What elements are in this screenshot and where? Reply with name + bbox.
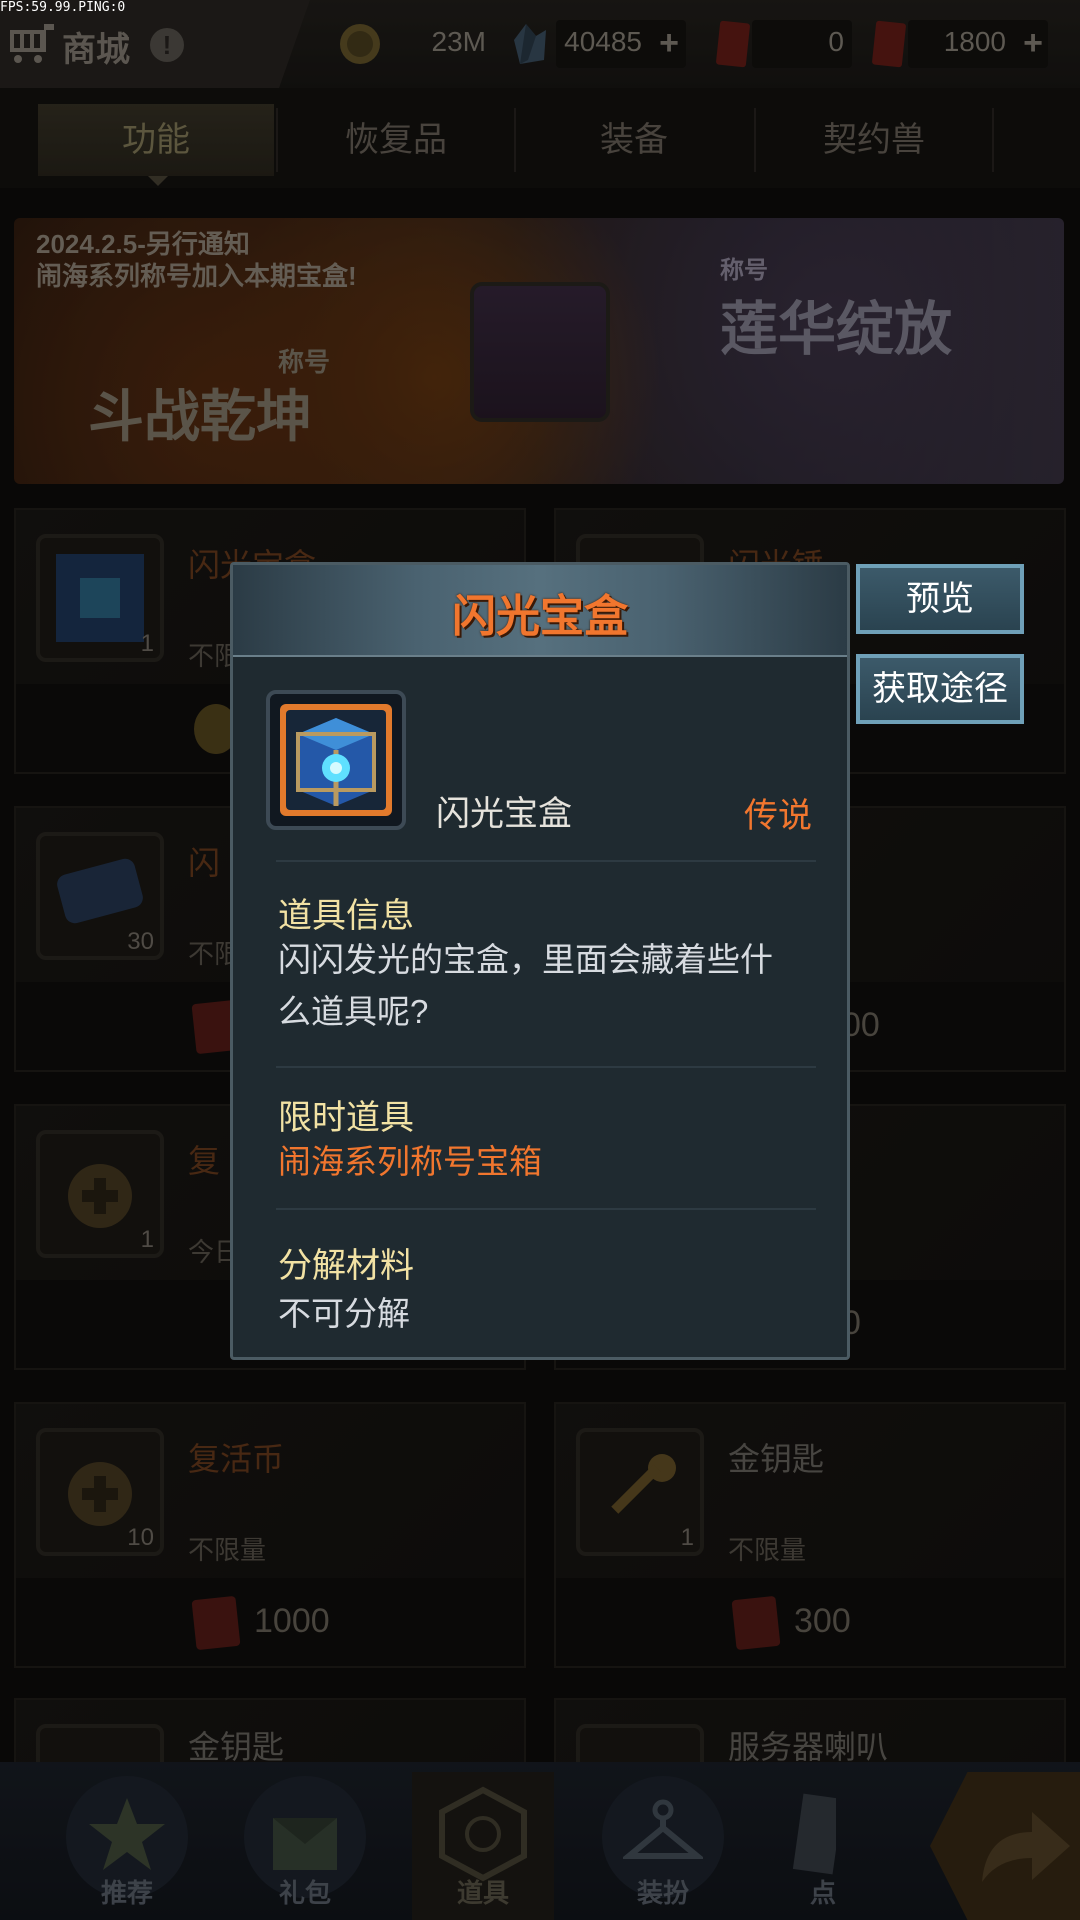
obtain-source-button[interactable]: 获取途径 [856,654,1024,724]
item-info-description: 闪闪发光的宝盒，里面会藏着些什 么道具呢? [278,934,818,1038]
limited-item-value: 闹海系列称号宝箱 [278,1143,542,1180]
section-divider [276,1066,816,1068]
item-info-line2: 么道具呢? [278,993,429,1030]
limited-item-title: 限时道具 [278,1099,414,1137]
preview-button[interactable]: 预览 [856,564,1024,634]
section-divider [276,860,816,862]
modal-title: 闪光宝盒 [452,592,628,641]
item-info-title: 道具信息 [278,897,414,935]
rarity-label: 传说 [744,797,812,835]
section-divider [276,1208,816,1210]
modal-item-name: 闪光宝盒 [436,795,572,833]
fps-readout: FPS:59.99.PING:0 [0,0,126,15]
item-info-line1: 闪闪发光的宝盒，里面会藏着些什 [278,941,773,978]
decompose-title: 分解材料 [278,1247,414,1285]
decompose-value: 不可分解 [278,1295,410,1332]
treasure-box-icon [266,690,406,830]
